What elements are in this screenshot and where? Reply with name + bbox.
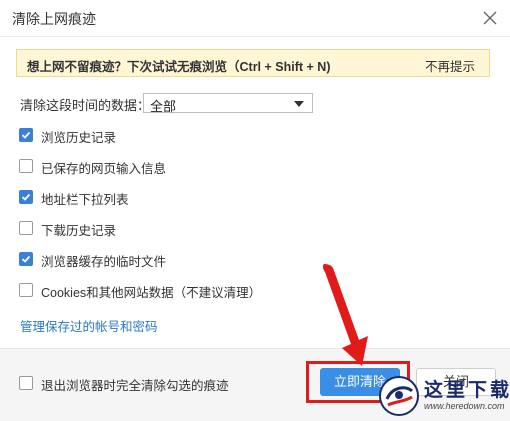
- exit-clear-label: 退出浏览器时完全清除勾选的痕迹: [41, 379, 229, 393]
- exit-clear-option[interactable]: 退出浏览器时完全清除勾选的痕迹: [19, 374, 319, 394]
- time-range-select[interactable]: 全部: [143, 93, 313, 114]
- time-range-value: 全部: [150, 99, 177, 114]
- checkbox[interactable]: [19, 190, 33, 204]
- watermark: 这里下载 www.heredown.com: [378, 371, 510, 420]
- option-address-bar-list[interactable]: 地址栏下拉列表: [19, 188, 319, 208]
- option-label: 地址栏下拉列表: [41, 193, 129, 207]
- checkbox[interactable]: [19, 128, 33, 142]
- checkbox[interactable]: [19, 283, 33, 297]
- tip-text: 想上网不留痕迹？下次试试无痕浏览（Ctrl + Shift + N): [27, 60, 331, 74]
- option-cache-files[interactable]: 浏览器缓存的临时文件: [19, 250, 319, 270]
- close-button[interactable]: [478, 6, 502, 30]
- checkmark-icon: [21, 255, 31, 263]
- option-label: Cookies和其他网站数据（不建议清理）: [41, 286, 262, 300]
- option-download-history[interactable]: 下载历史记录: [19, 219, 319, 239]
- checkbox[interactable]: [19, 159, 33, 173]
- dismiss-tip-link[interactable]: 不再提示: [425, 56, 475, 75]
- watermark-url: www.heredown.com: [424, 401, 505, 411]
- option-label: 已保存的网页输入信息: [41, 162, 167, 176]
- checkbox[interactable]: [19, 376, 33, 390]
- option-form-data[interactable]: 已保存的网页输入信息: [19, 157, 319, 177]
- close-icon: [483, 11, 497, 25]
- option-browsing-history[interactable]: 浏览历史记录: [19, 126, 319, 146]
- checkbox[interactable]: [19, 221, 33, 235]
- checkbox[interactable]: [19, 252, 33, 266]
- chevron-down-icon: [294, 101, 304, 107]
- option-cookies[interactable]: Cookies和其他网站数据（不建议清理）: [19, 281, 319, 301]
- manage-passwords-link[interactable]: 管理保存过的帐号和密码: [20, 316, 158, 335]
- checkmark-icon: [21, 193, 31, 201]
- option-label: 下载历史记录: [41, 224, 117, 238]
- annotation-arrow-icon: [322, 264, 368, 366]
- checkmark-icon: [21, 131, 31, 139]
- option-label: 浏览历史记录: [41, 131, 117, 145]
- time-range-label: 清除这段时间的数据：: [20, 98, 151, 113]
- option-label: 浏览器缓存的临时文件: [41, 255, 167, 269]
- incognito-tip-banner: 想上网不留痕迹？下次试试无痕浏览（Ctrl + Shift + N) 不再提示: [16, 49, 490, 77]
- watermark-logo-icon: [379, 376, 419, 416]
- dialog-title: 清除上网痕迹: [12, 11, 96, 27]
- watermark-title: 这里下载: [424, 379, 510, 401]
